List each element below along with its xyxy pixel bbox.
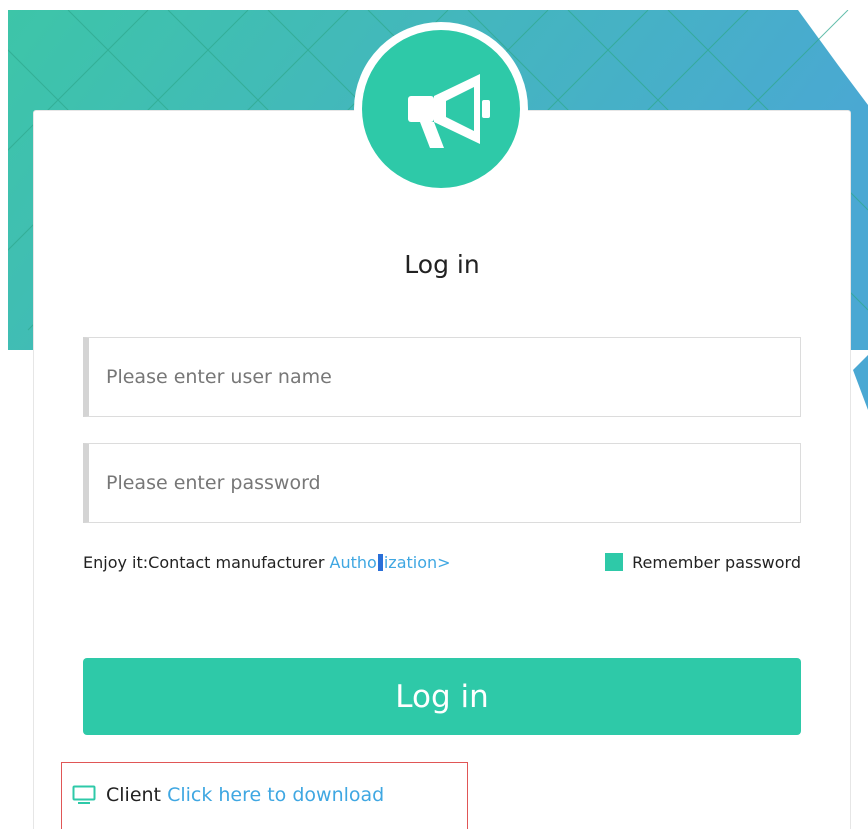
password-input[interactable]: [89, 444, 800, 522]
logo: [354, 22, 528, 196]
password-field[interactable]: [83, 443, 801, 523]
username-field[interactable]: [83, 337, 801, 417]
authorization-hint: Enjoy it:Contact manufacturer Autho izati…: [83, 553, 451, 572]
authorization-link-end: ization>: [383, 553, 451, 572]
login-button[interactable]: Log in: [83, 658, 801, 735]
text-cursor: [377, 554, 383, 571]
download-link[interactable]: Click here to download: [167, 784, 384, 806]
username-input[interactable]: [89, 338, 800, 416]
login-page: Log in Enjoy it:Contact manufacturer Aut…: [0, 0, 868, 829]
authorization-link-start: Autho: [329, 553, 377, 572]
remember-password-toggle[interactable]: Remember password: [605, 553, 801, 572]
megaphone-icon: [408, 74, 490, 148]
client-download: Client Click here to download: [72, 784, 384, 810]
monitor-icon: [72, 785, 96, 810]
login-title: Log in: [404, 250, 480, 279]
remember-label: Remember password: [632, 553, 801, 572]
hint-text: Enjoy it:Contact manufacturer: [83, 553, 330, 572]
authorization-link[interactable]: Autho ization>: [330, 553, 451, 572]
logo-badge: [362, 30, 520, 188]
remember-checkbox[interactable]: [605, 553, 624, 571]
client-label: Client: [106, 784, 162, 806]
